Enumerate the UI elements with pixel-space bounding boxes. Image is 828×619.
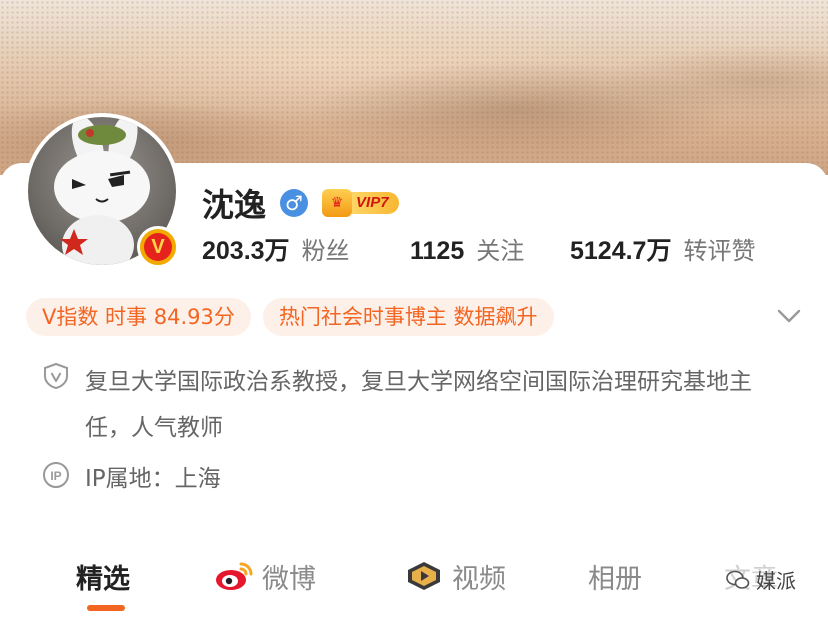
male-gender-icon: ♂ [280,189,309,217]
following-count: 1125 [410,237,465,265]
vip-badge[interactable]: ♛ VIP7 [322,189,399,217]
tab-label: 精选 [76,563,130,595]
active-tab-indicator [87,605,125,611]
profile-tags: V指数 时事 84.93分 热门社会时事博主 数据飙升 [26,298,554,336]
followers-count: 203.3万 [202,237,290,265]
ip-icon: IP [43,462,69,488]
hot-blogger-tag[interactable]: 热门社会时事博主 数据飙升 [262,298,554,336]
profile-stats: 203.3万 粉丝 1125 关注 5124.7万 转评赞 [202,231,755,267]
chevron-down-icon[interactable] [776,306,802,326]
verified-v-icon: V [137,226,179,268]
tab-weibo[interactable]: 微博 [214,553,316,599]
tab-label: 微博 [262,563,316,595]
svg-text:IP: IP [50,469,61,483]
tab-video[interactable]: 视频 [404,553,506,599]
followers-stat[interactable]: 203.3万 粉丝 [202,231,410,267]
v-index-tag[interactable]: V指数 时事 84.93分 [26,298,251,336]
likes-label: 转评赞 [683,237,756,265]
ip-location: IP属地：上海 [85,466,221,492]
name-row: 沈逸 ♂ ♛ VIP7 [202,180,399,226]
shield-v-icon [44,362,68,390]
wechat-icon [726,570,750,589]
likes-count: 5124.7万 [570,237,672,265]
tab-label: 视频 [452,563,506,595]
likes-stat[interactable]: 5124.7万 转评赞 [570,231,755,267]
tab-label: 相册 [588,563,642,595]
tab-featured[interactable]: 精选 [76,553,130,599]
watermark: 媒派 [722,563,800,596]
weibo-icon [216,562,253,590]
video-icon [408,562,440,590]
watermark-text: 媒派 [756,569,796,593]
following-label: 关注 [476,237,525,265]
vip-crown-icon: ♛ [322,189,353,217]
profile-name: 沈逸 [202,186,267,224]
profile-tabs: 精选 微博 视频 相册 文章 [0,553,828,613]
followers-label: 粉丝 [301,237,350,265]
vip-level: VIP7 [348,192,399,214]
following-stat[interactable]: 1125 关注 [410,231,570,266]
tab-album[interactable]: 相册 [588,553,642,599]
profile-bio: 复旦大学国际政治系教授，复旦大学网络空间国际治理研究基地主任，人气教师 [85,369,752,441]
